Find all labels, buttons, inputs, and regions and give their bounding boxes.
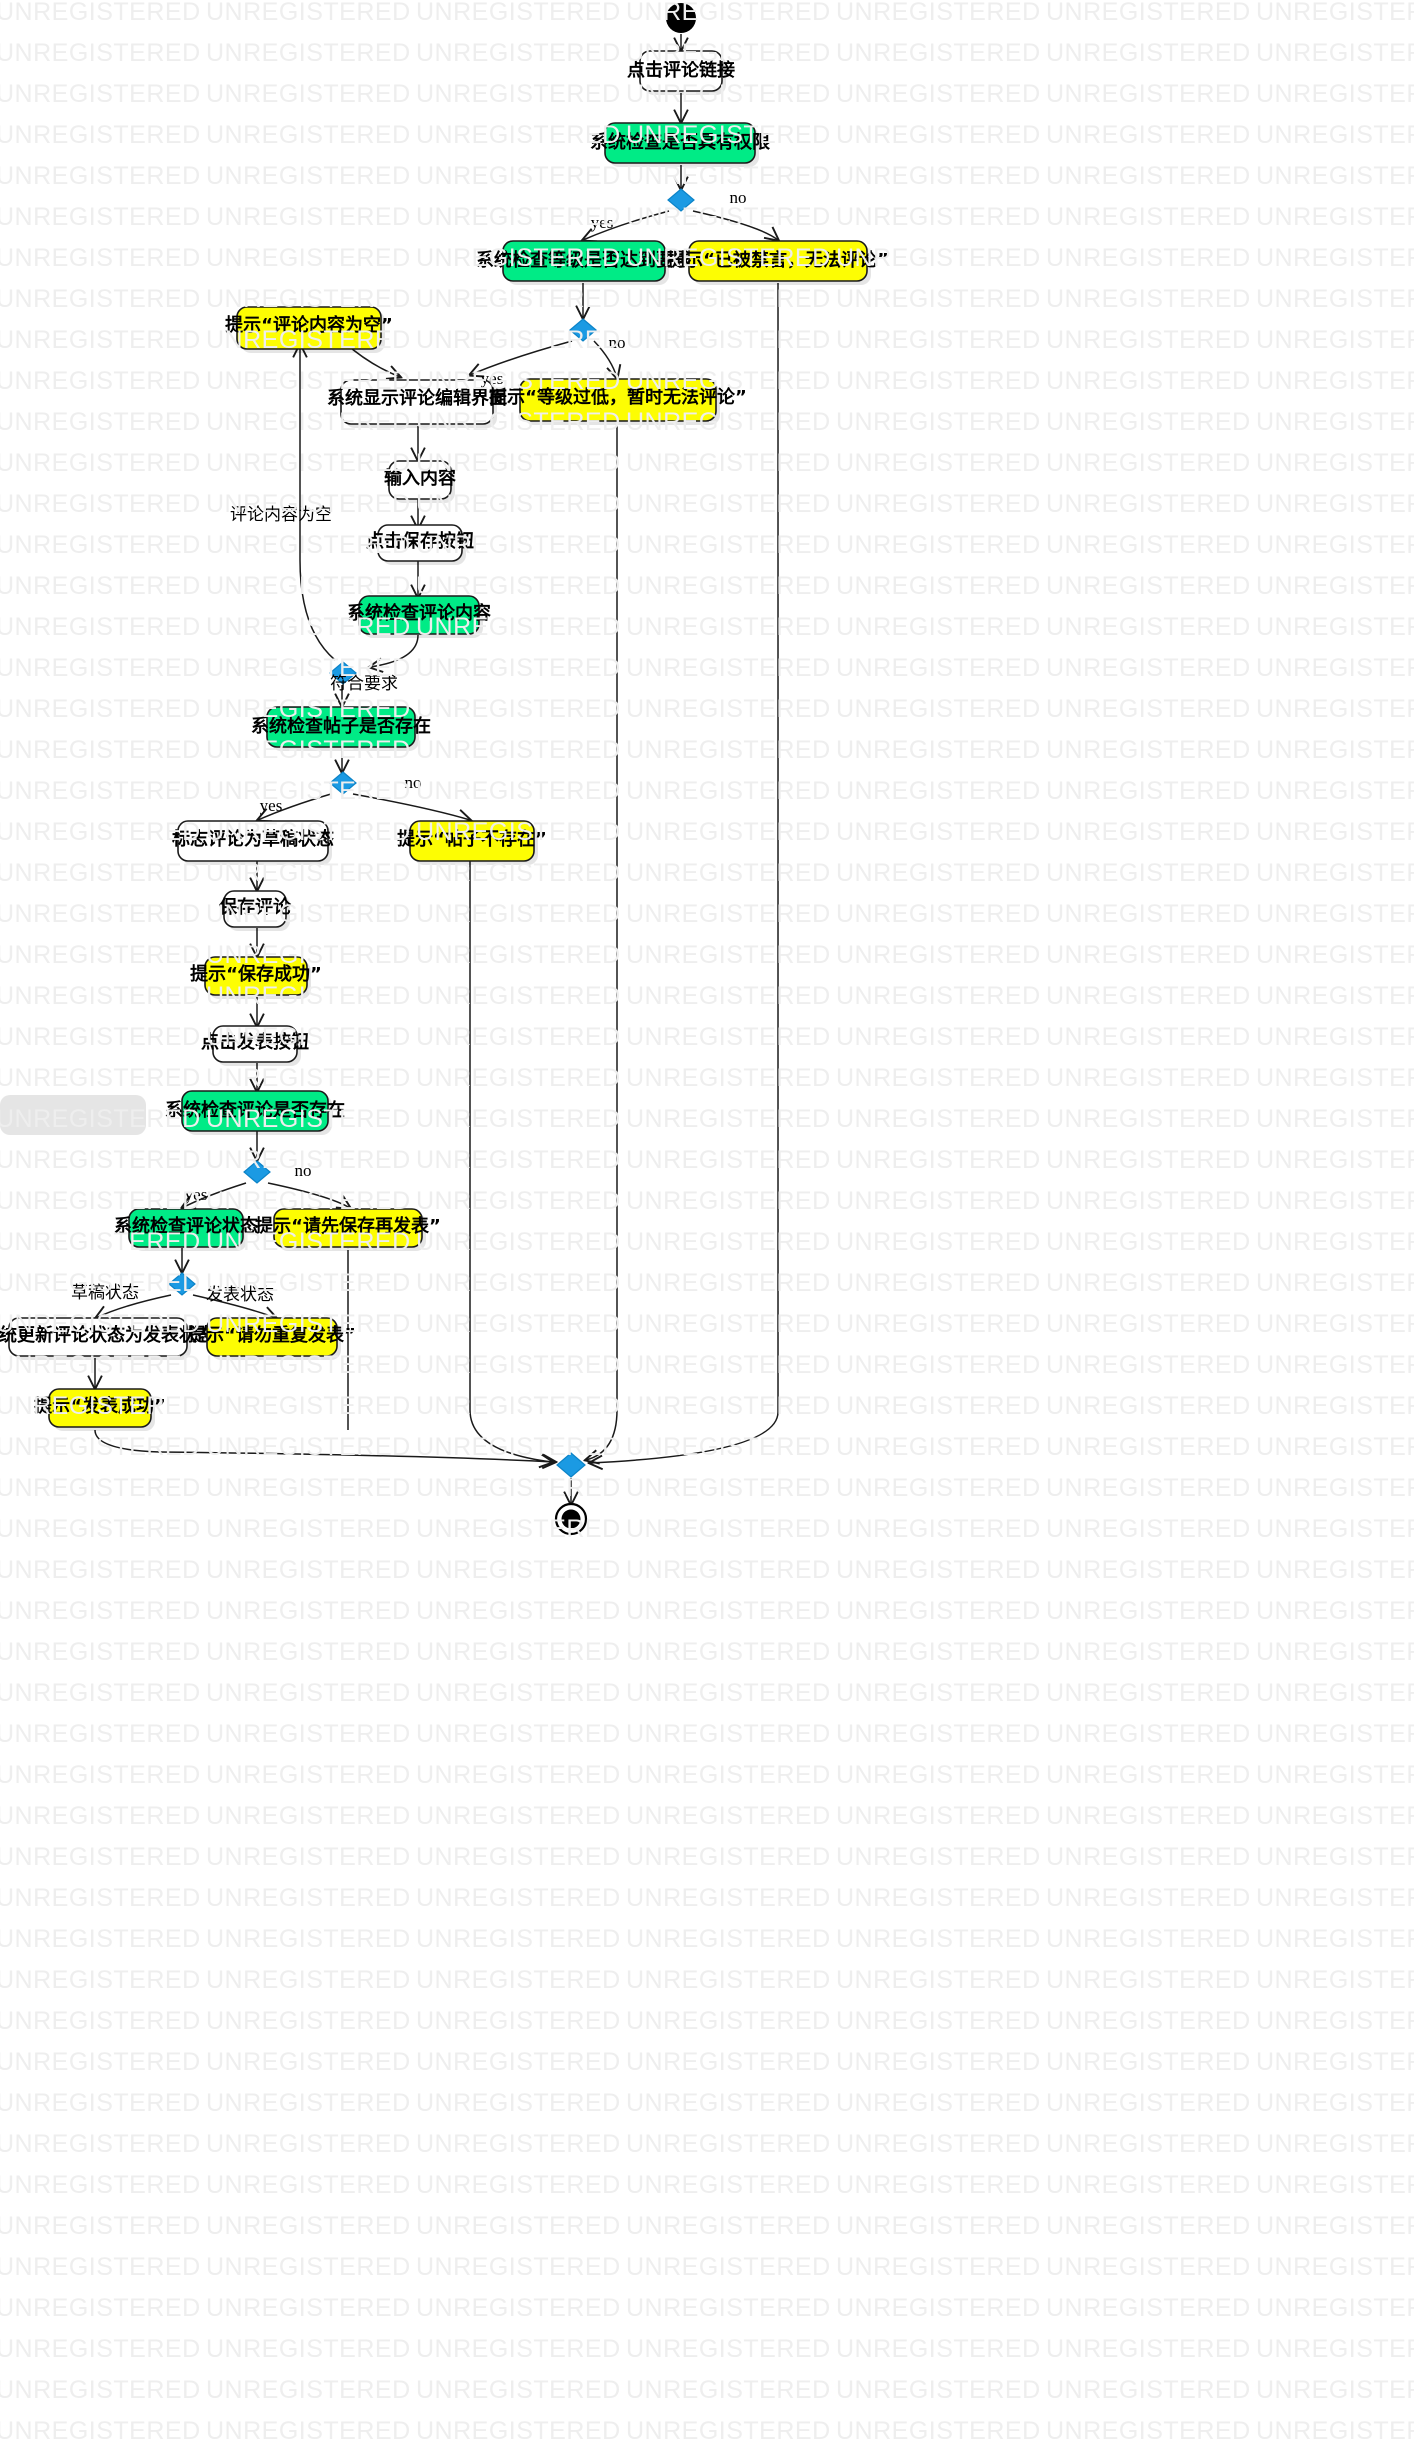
- node-label: 提示“帖子不存在”: [397, 828, 547, 850]
- merge-final[interactable]: [556, 1452, 586, 1478]
- decision-comment-status[interactable]: [168, 1272, 196, 1296]
- edge-label-d1-no: no: [730, 188, 747, 207]
- decision-permission[interactable]: [667, 188, 695, 212]
- node-click-comment-link[interactable]: 点击评论链接: [627, 50, 735, 95]
- node-input-content[interactable]: 输入内容: [384, 460, 456, 503]
- node-label: 点击评论链接: [627, 59, 735, 81]
- node-label: 系统检查评论内容: [347, 602, 491, 624]
- edge-n13-d7: [469, 861, 552, 1462]
- node-toast-save-first[interactable]: 提示“请先保存再发表”: [255, 1208, 441, 1251]
- node-label: 提示“评论内容为空”: [225, 314, 393, 336]
- edge-label-d5-yes: yes: [185, 1185, 208, 1204]
- node-toast-empty-content[interactable]: 提示“评论内容为空”: [225, 306, 393, 353]
- node-label: 系统检查等级是否达到要求: [476, 249, 693, 271]
- node-toast-level-too-low[interactable]: 提示“等级过低，暂时无法评论”: [489, 378, 747, 425]
- edge-label-d3-valid: 符合要求: [330, 674, 398, 693]
- node-system-check-permission[interactable]: 系统检查是否具有权限: [590, 122, 771, 167]
- edge-n22-d7: [94, 1429, 555, 1462]
- node-label: 系统检查评论状态: [114, 1215, 258, 1237]
- edge-d4-n13-no: [352, 793, 470, 820]
- flowchart-diagram: 点击评论链接 系统检查是否具有权限 系统检查等级是否达到要求 提示“已被禁言，无…: [0, 3, 889, 1536]
- node-system-check-comment-content[interactable]: 系统检查评论内容: [347, 595, 491, 638]
- edge-label-d6-published: 发表状态: [206, 1285, 274, 1304]
- node-save-comment[interactable]: 保存评论: [218, 890, 292, 931]
- node-label: 提示“等级过低，暂时无法评论”: [489, 386, 747, 408]
- edge-label-d2-yes: yes: [481, 369, 504, 388]
- edge-d5-n19-no: [267, 1182, 350, 1208]
- node-toast-no-duplicate-publish[interactable]: 提示“请勿重复发表”: [188, 1317, 356, 1360]
- decision-level[interactable]: [569, 318, 597, 342]
- edge-n6-d7: [586, 426, 618, 1460]
- node-end: [554, 1502, 588, 1536]
- edge-label-d2-no: no: [609, 333, 626, 352]
- edge-d1-n4-no: [692, 210, 778, 240]
- node-mark-comment-draft[interactable]: 标志评论为草稿状态: [171, 820, 334, 865]
- edge-n4-d7: [590, 283, 779, 1463]
- edge-n10-d3: [370, 634, 419, 667]
- flowchart-canvas: 点击评论链接 系统检查是否具有权限 系统检查等级是否达到要求 提示“已被禁言，无…: [0, 0, 1414, 2463]
- edge-label-d4-yes: yes: [260, 796, 283, 815]
- node-label: 提示“已被禁言，无法评论”: [667, 249, 889, 271]
- edge-label-d1-yes: yes: [591, 213, 614, 232]
- node-system-update-status-published[interactable]: 系统更新评论状态为发表状态: [0, 1317, 215, 1360]
- node-label: 点击发表按钮: [201, 1031, 309, 1053]
- node-click-publish-button[interactable]: 点击发表按钮: [201, 1025, 309, 1066]
- node-system-check-comment-exists[interactable]: 系统检查评论是否存在: [0, 1090, 345, 1135]
- edge-label-d5-no: no: [295, 1161, 312, 1180]
- edge-label-d6-draft: 草稿状态: [71, 1283, 139, 1302]
- node-toast-post-not-exists[interactable]: 提示“帖子不存在”: [397, 820, 547, 865]
- node-label: 系统显示评论编辑界面: [327, 387, 507, 409]
- node-label: 输入内容: [384, 467, 456, 489]
- node-toast-publish-success[interactable]: 提示“发表成功”: [34, 1388, 166, 1431]
- decision-post-exists[interactable]: [329, 771, 357, 795]
- node-toast-banned[interactable]: 提示“已被禁言，无法评论”: [667, 240, 889, 285]
- node-label: 提示“请勿重复发表”: [188, 1324, 356, 1346]
- node-label: 保存评论: [218, 896, 292, 918]
- node-label: 系统检查是否具有权限: [590, 131, 771, 153]
- node-label: 提示“保存成功”: [190, 963, 322, 985]
- node-system-check-post-exists[interactable]: 系统检查帖子是否存在: [251, 706, 431, 751]
- node-system-check-comment-status[interactable]: 系统检查评论状态: [114, 1208, 258, 1251]
- node-label: 点击保存按钮: [366, 530, 474, 552]
- node-system-check-level[interactable]: 系统检查等级是否达到要求: [476, 240, 693, 285]
- node-label: 标志评论为草稿状态: [171, 828, 334, 850]
- node-start: [666, 3, 696, 33]
- edge-label-d4-no: no: [405, 773, 422, 792]
- node-label: 提示“发表成功”: [34, 1395, 166, 1417]
- node-label: 提示“请先保存再发表”: [255, 1215, 441, 1237]
- node-label: 系统更新评论状态为发表状态: [0, 1324, 215, 1346]
- node-label: 系统检查帖子是否存在: [251, 715, 431, 737]
- node-label: 系统检查评论是否存在: [165, 1099, 345, 1121]
- edge-label-empty-content: 评论内容为空: [230, 505, 332, 524]
- decision-comment-exists[interactable]: [243, 1160, 271, 1184]
- node-toast-save-success[interactable]: 提示“保存成功”: [190, 956, 322, 999]
- node-click-save-button[interactable]: 点击保存按钮: [366, 524, 474, 565]
